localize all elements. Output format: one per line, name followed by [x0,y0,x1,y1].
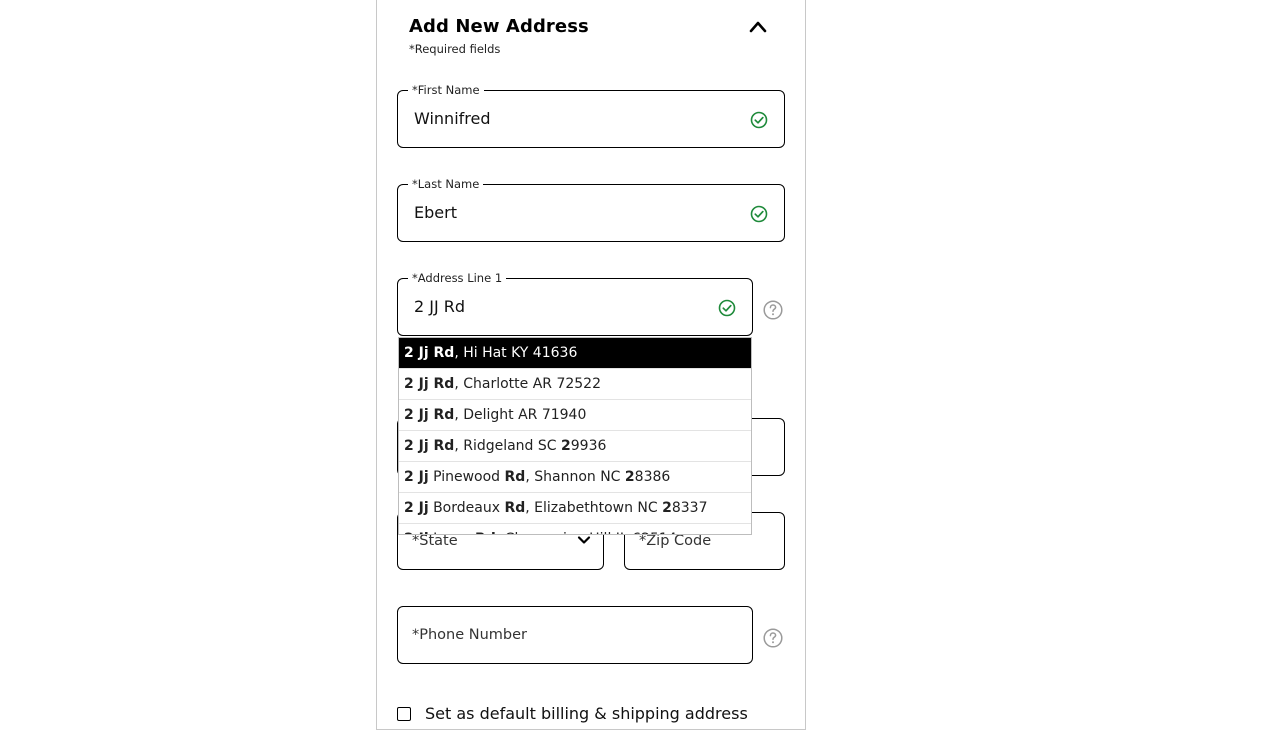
phone-number-field[interactable]: *Phone Number [397,606,753,664]
address-suggestion-item[interactable]: 2 Jj Pinewood Rd, Shannon NC 28386 [399,462,751,493]
address-suggestions-list: 2 Jj Rd, Hi Hat KY 41636 2 Jj Rd, Charlot… [398,337,752,535]
address-suggestion-item[interactable]: 2 Jj Rd, Ridgeland SC 29936 [399,431,751,462]
last-name-field[interactable]: *Last Name Ebert [397,177,785,242]
question-circle-icon[interactable] [763,628,783,648]
suggestion-text: Pinewood [428,469,505,485]
last-name-value: Ebert [414,203,457,222]
default-address-checkbox[interactable] [397,707,411,721]
suggestion-text: , Ridgeland SC [454,438,562,454]
phone-number-placeholder: *Phone Number [412,627,528,643]
suggestion-match-text: Rd [504,500,526,516]
suggestion-text: , Charlotte AR 72522 [454,376,601,392]
check-circle-icon [750,205,768,223]
address-suggestion-item[interactable]: 2 Jj Bordeaux Rd, Elizabethtown NC 28337 [399,493,751,524]
suggestion-text: , Champaign Hill IL 62514 [496,531,677,534]
chevron-down-icon [577,536,591,544]
suggestion-match-text: 2 Jj Rd [404,438,455,454]
suggestion-match-text: 2 [624,469,635,485]
suggestion-match-text: 2 Jj Rd [404,407,455,423]
required-fields-note: *Required fields [409,42,501,56]
suggestion-match-text: 2 Jj Rd [404,376,455,392]
address-line1-value: 2 JJ Rd [414,297,466,316]
suggestion-text: 8337 [671,500,708,516]
suggestion-text: , Shannon NC [525,469,625,485]
suggestion-text: , Delight AR 71940 [454,407,587,423]
suggestion-match-text: 2 Jj [404,500,429,516]
suggestion-text: 8386 [634,469,671,485]
suggestion-text: , Hi Hat KY 41636 [454,345,578,361]
suggestion-match-text: Rd [475,531,496,534]
suggestion-match-text: 2 [662,500,672,516]
chevron-up-icon[interactable] [748,18,768,36]
suggestion-text: Jones [429,531,475,534]
address-suggestion-item[interactable]: 2 Jj Rd, Delight AR 71940 [399,400,751,431]
suggestion-match-text: Rd [504,469,526,485]
suggestion-match-text: 2 [561,438,571,454]
address-suggestion-item[interactable]: 2 Jj Jones Rd, Champaign Hill IL 62514 [399,524,751,534]
address-line1-field[interactable]: *Address Line 1 2 JJ Rd [397,271,753,336]
default-address-label: Set as default billing & shipping addres… [425,704,748,723]
suggestion-text: , Elizabethtown NC [525,500,663,516]
check-circle-icon [718,299,736,317]
check-circle-icon [750,111,768,129]
form-title: Add New Address [409,16,589,37]
last-name-label: *Last Name [408,177,484,191]
address-line1-label: *Address Line 1 [408,271,507,285]
suggestion-text: 9936 [570,438,607,454]
first-name-value: Winnifred [414,109,491,128]
suggestion-match-text: 2 Jj [404,531,429,534]
address-suggestion-item[interactable]: 2 Jj Rd, Hi Hat KY 41636 [399,338,751,369]
suggestion-match-text: 2 Jj Rd [404,345,455,361]
first-name-field[interactable]: *First Name Winnifred [397,83,785,148]
first-name-label: *First Name [408,83,484,97]
address-suggestion-item[interactable]: 2 Jj Rd, Charlotte AR 72522 [399,369,751,400]
suggestion-text: Bordeaux [428,500,505,516]
suggestion-match-text: 2 Jj [404,469,429,485]
question-circle-icon[interactable] [763,300,783,320]
